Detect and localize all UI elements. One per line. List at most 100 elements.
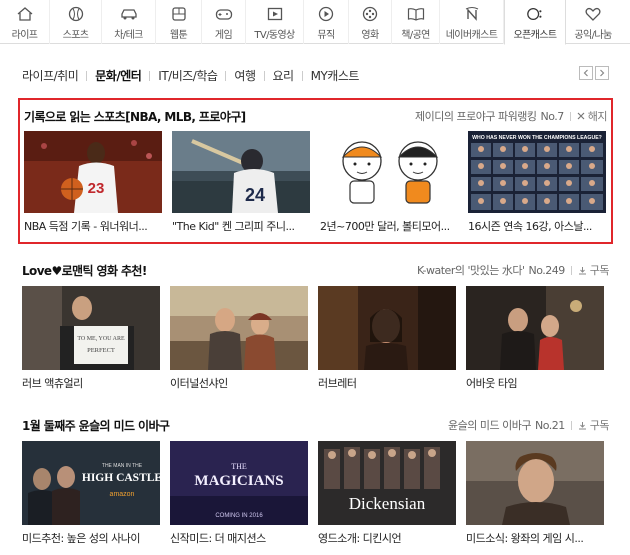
card-caption[interactable]: 16시즌 연속 16강, 아스날... [468,218,606,232]
thumbnail-magicians[interactable]: THE MAGICIANS COMING IN 2016 [170,441,308,525]
subscribe-button[interactable]: 구독 [578,262,610,278]
nav-item-book-show[interactable]: 책/공연 [392,0,440,44]
poster-title: THE [231,462,247,471]
cast-section-drama: 1월 둘째주 윤슬의 미드 이바구 윤슬의 미드 이바구 No.21 구독 TH… [18,417,613,552]
card-list: TO ME, YOU ARE PERFECT 러브 액츄얼리 이터널선샤인 러브… [22,286,604,389]
poster-title: THE MAN IN THE [102,463,143,469]
cast-card[interactable]: 2년~700만 달러, 볼티모어... [320,131,458,232]
download-icon [578,421,586,429]
meta-divider [569,111,571,121]
nav-item-music[interactable]: 뮤직 [304,0,349,44]
tab-divider [149,70,151,81]
nav-item-sports[interactable]: 스포츠 [50,0,102,44]
cast-source[interactable]: 윤슬의 미드 이바구 [448,417,531,433]
thumbnail-cartoon-players[interactable] [320,131,458,213]
card-caption[interactable]: 어바웃 타임 [466,375,604,389]
thumbnail-football-managers-grid[interactable]: WHO HAS NEVER WON THE CHAMPIONS LEAGUE? [468,131,606,213]
thumbnail-love-letter[interactable] [318,286,456,370]
cast-card[interactable]: 24 "The Kid" 켄 그리피 주니... [172,131,310,232]
card-caption[interactable]: 러브 액츄얼리 [22,375,160,389]
tab-life-hobby[interactable]: 라이프/취미 [22,67,79,84]
cast-number: No.21 [534,418,565,432]
cast-card[interactable]: WHO HAS NEVER WON THE CHAMPIONS LEAGUE? [468,131,606,232]
nav-item-tv-video[interactable]: TV/동영상 [246,0,304,44]
card-caption[interactable]: 신작미드: 더 매지션스 [170,530,308,544]
tab-culture-entertainment[interactable]: 문화/엔터 [95,67,142,84]
card-caption[interactable]: 이터널선샤인 [170,375,308,389]
card-caption[interactable]: NBA 득점 기록 - 워너워너... [24,218,162,232]
car-icon [120,6,138,22]
jersey-number: 23 [88,180,105,197]
unsubscribe-button[interactable]: 해지 [577,108,608,124]
nav-item-life[interactable]: 라이프 [0,0,50,44]
cast-card[interactable]: 23 NBA 득점 기록 - 워너워너... [24,131,162,232]
section-header: Love♥로맨틱 영화 추천! K-water의 '맛있는 水다' No.249… [22,262,610,279]
tab-it-biz-learning[interactable]: IT/비즈/학습 [158,67,218,84]
card-caption[interactable]: 영드소개: 디킨시언 [318,530,456,544]
nav-item-navercast[interactable]: 네이버캐스트 [440,0,504,44]
poster-title: Dickensian [349,494,426,513]
nav-item-webtoon[interactable]: 웹툰 [156,0,202,44]
nav-item-game[interactable]: 게임 [202,0,246,44]
cast-source[interactable]: K-water의 '맛있는 水다' [417,262,525,278]
heart-icon [584,6,602,22]
love-sign-text: TO ME, YOU ARE [77,336,125,342]
poster-title: MAGICIANS [194,473,283,489]
cast-card[interactable]: TO ME, YOU ARE PERFECT 러브 액츄얼리 [22,286,160,389]
jersey-number: 24 [245,185,265,205]
poster-tagline: COMING IN 2016 [215,513,263,519]
section-title[interactable]: 기록으로 읽는 스포츠[NBA, MLB, 프로야구] [24,108,246,125]
cast-section-sports: 기록으로 읽는 스포츠[NBA, MLB, 프로야구] 제이디의 프로야구 파워… [18,98,613,244]
thumbnail-high-castle[interactable]: THE MAN IN THE HIGH CASTLE amazon [22,441,160,525]
cast-card[interactable]: Dickensian 영드소개: 디킨시언 [318,441,456,544]
nav-item-public-sharing[interactable]: 공익/나눔 [566,0,620,44]
card-caption[interactable]: 2년~700만 달러, 볼티모어... [320,218,458,232]
meta-divider [570,265,572,275]
cast-number: No.7 [540,109,564,123]
poster-title: HIGH CASTLE [82,472,160,484]
cast-card[interactable]: THE MAN IN THE HIGH CASTLE amazon 미드추천: … [22,441,160,544]
prev-button[interactable] [579,66,593,80]
thumbnail-eternal-sunshine[interactable] [170,286,308,370]
card-caption[interactable]: "The Kid" 켄 그리피 주니... [172,218,310,232]
next-button[interactable] [595,66,609,80]
cast-card[interactable]: 러브레터 [318,286,456,389]
cast-card[interactable]: 어바웃 타임 [466,286,604,389]
card-caption[interactable]: 미드추천: 높은 성의 사나이 [22,530,160,544]
tab-cooking[interactable]: 요리 [273,67,295,84]
nav-item-movie[interactable]: 영화 [349,0,392,44]
meta-divider [570,420,572,430]
thumbnail-dickensian[interactable]: Dickensian [318,441,456,525]
video-icon [266,6,284,22]
film-reel-icon [361,6,379,22]
section-title[interactable]: 1월 둘째주 윤슬의 미드 이바구 [22,417,170,434]
thumbnail-about-time[interactable] [466,286,604,370]
close-icon [577,112,585,120]
cast-card[interactable]: THE MAGICIANS COMING IN 2016 신작미드: 더 매지션… [170,441,308,544]
nav-item-car-tech[interactable]: 차/테크 [102,0,156,44]
section-title[interactable]: Love♥로맨틱 영화 추천! [22,262,147,279]
nav-item-opencast[interactable]: 오픈캐스트 [504,0,566,45]
thumbnail-love-actually[interactable]: TO ME, YOU ARE PERFECT [22,286,160,370]
category-tabs: 라이프/취미 문화/엔터 IT/비즈/학습 여행 요리 MY캐스트 [22,67,359,84]
thumbnail-game-of-thrones[interactable] [466,441,604,525]
cast-section-romance-movies: Love♥로맨틱 영화 추천! K-water의 '맛있는 水다' No.249… [18,262,613,397]
cast-source[interactable]: 제이디의 프로야구 파워랭킹 [415,108,537,124]
cast-card[interactable]: 미드소식: 왕좌의 게임 시... [466,441,604,544]
thumbnail-baseball-batter[interactable]: 24 [172,131,310,213]
cast-number: No.249 [528,263,565,277]
music-icon [317,6,335,22]
tab-travel[interactable]: 여행 [234,67,256,84]
section-meta: K-water의 '맛있는 水다' No.249 구독 [417,262,610,278]
poster-brand: amazon [110,491,135,498]
subscribe-button[interactable]: 구독 [578,417,610,433]
love-sign-text: PERFECT [87,347,115,354]
cast-card[interactable]: 이터널선샤인 [170,286,308,389]
tab-mycast[interactable]: MY캐스트 [311,67,360,84]
thumbnail-basketball-player[interactable]: 23 [24,131,162,213]
top-navigation: 라이프 스포츠 차/테크 웹툰 게임 TV/동영상 뮤직 영화 책/공연 네이버… [0,0,630,45]
card-list: 23 NBA 득점 기록 - 워너워너... 24 "The Kid" 켄 그리… [24,131,606,232]
card-caption[interactable]: 러브레터 [318,375,456,389]
home-icon [16,6,34,22]
card-caption[interactable]: 미드소식: 왕좌의 게임 시... [466,530,604,544]
